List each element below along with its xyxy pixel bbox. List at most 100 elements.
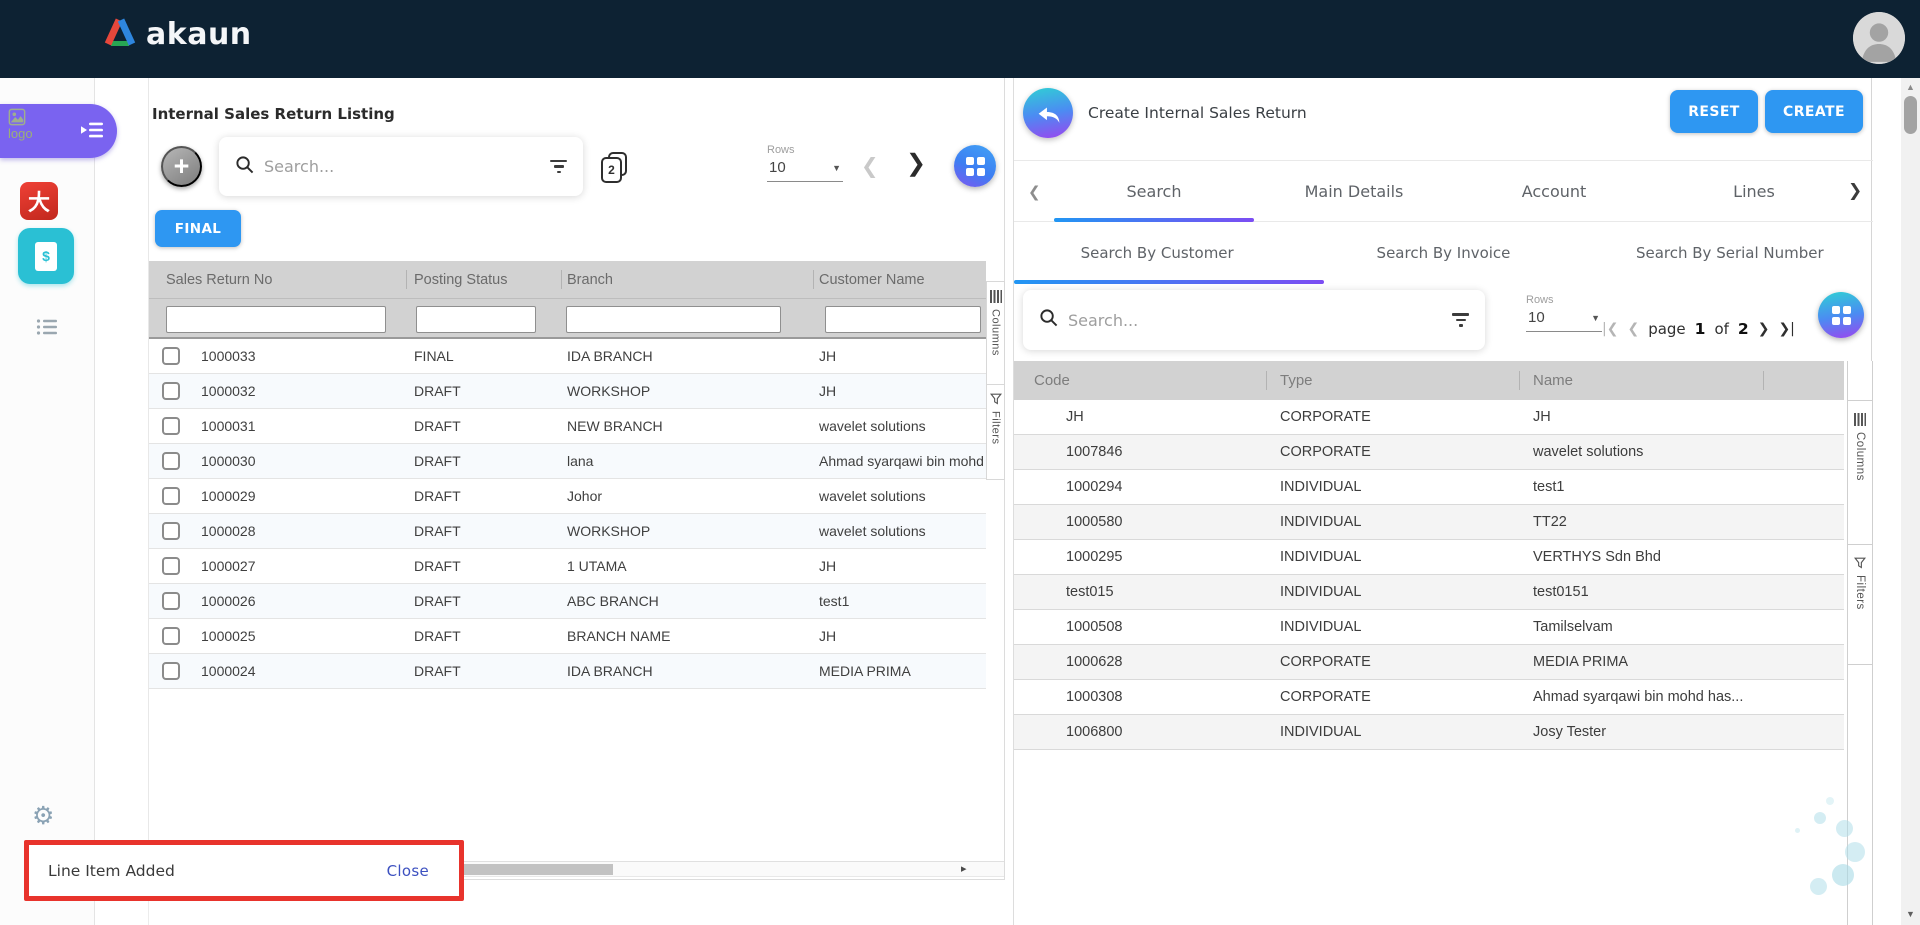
next-page-button[interactable]: ❯ <box>1758 321 1770 337</box>
row-checkbox[interactable] <box>162 347 180 365</box>
back-button[interactable] <box>1023 88 1073 138</box>
table-row[interactable]: 1000024 DRAFT IDA BRANCH MEDIA PRIMA <box>149 654 986 689</box>
table-row[interactable]: JH CORPORATE JH <box>1014 400 1844 435</box>
scroll-up-arrow-icon[interactable]: ▲ <box>1901 82 1920 92</box>
toast-close-button[interactable]: Close <box>387 862 429 880</box>
table-row[interactable]: 1000580 INDIVIDUAL TT22 <box>1014 505 1844 540</box>
column-header-code[interactable]: Code <box>1014 361 1266 400</box>
decorative-bubble <box>1795 828 1800 833</box>
row-checkbox[interactable] <box>162 557 180 575</box>
column-header-sales-return-no[interactable]: Sales Return No <box>149 261 406 298</box>
funnel-icon <box>990 393 1002 405</box>
next-page-button[interactable]: ❯ <box>906 152 926 176</box>
table-row[interactable]: 1000033 FINAL IDA BRANCH JH <box>149 339 986 374</box>
filter-input-customer-name[interactable] <box>825 306 981 333</box>
table-row[interactable]: 1000030 DRAFT lana Ahmad syarqawi bin mo… <box>149 444 986 479</box>
sidebar-logo-pill[interactable]: logo <box>0 104 117 158</box>
vertical-scrollbar[interactable]: ▲ ▼ <box>1901 78 1920 925</box>
left-sidebar: logo 大 $ ⚙ <box>0 78 95 925</box>
grid-icon <box>1832 306 1840 314</box>
tab-account[interactable]: Account <box>1454 161 1654 221</box>
row-checkbox[interactable] <box>162 662 180 680</box>
final-status-filter-chip[interactable]: FINAL <box>155 210 241 247</box>
reset-button[interactable]: RESET <box>1670 90 1758 133</box>
table-row[interactable]: 1000028 DRAFT WORKSHOP wavelet solutions <box>149 514 986 549</box>
column-header-name[interactable]: Name <box>1519 361 1763 400</box>
pagination-control: |❮ ❮ page 1 of 2 ❯ ❯| <box>1602 314 1795 344</box>
filter-input-branch[interactable] <box>566 306 781 333</box>
table-row[interactable]: 1007846 CORPORATE wavelet solutions <box>1014 435 1844 470</box>
rows-per-page-select[interactable]: 10 ▼ <box>767 156 843 182</box>
subtab-search-by-serial-number[interactable]: Search By Serial Number <box>1587 222 1873 284</box>
row-checkbox[interactable] <box>162 417 180 435</box>
table-row[interactable]: 1000029 DRAFT Johor wavelet solutions <box>149 479 986 514</box>
pages-icon[interactable]: 2 <box>601 152 631 184</box>
scroll-right-arrow-icon[interactable]: ▸ <box>961 862 967 875</box>
table-row[interactable]: 1000294 INDIVIDUAL test1 <box>1014 470 1844 505</box>
create-button[interactable]: CREATE <box>1765 90 1863 133</box>
prev-page-button[interactable]: ❮ <box>1627 321 1639 337</box>
row-checkbox[interactable] <box>162 487 180 505</box>
table-row[interactable]: 1000025 DRAFT BRANCH NAME JH <box>149 619 986 654</box>
filters-panel-toggle[interactable]: Filters <box>1848 545 1872 665</box>
listing-search-box <box>219 137 583 196</box>
tabs-scroll-right-icon[interactable]: ❯ <box>1848 181 1862 201</box>
table-row[interactable]: 1006800 INDIVIDUAL Josy Tester <box>1014 715 1844 750</box>
table-row[interactable]: 1000295 INDIVIDUAL VERTHYS Sdn Bhd <box>1014 540 1844 575</box>
rows-per-page-select[interactable]: 10 ▼ <box>1526 306 1602 332</box>
row-checkbox[interactable] <box>162 452 180 470</box>
settings-gear-icon[interactable]: ⚙ <box>32 804 54 829</box>
row-checkbox[interactable] <box>162 592 180 610</box>
table-row[interactable]: 1000026 DRAFT ABC BRANCH test1 <box>149 584 986 619</box>
filter-input-sales-return-no[interactable] <box>166 306 386 333</box>
columns-panel-toggle[interactable]: Columns <box>1848 400 1872 545</box>
user-avatar[interactable] <box>1853 12 1905 64</box>
table-row[interactable]: test015 INDIVIDUAL test0151 <box>1014 575 1844 610</box>
row-checkbox[interactable] <box>162 522 180 540</box>
column-header-branch[interactable]: Branch <box>561 261 813 298</box>
table-row[interactable]: 1000031 DRAFT NEW BRANCH wavelet solutio… <box>149 409 986 444</box>
grid-view-button[interactable] <box>954 145 996 187</box>
filter-list-icon[interactable] <box>1452 313 1469 327</box>
table-row[interactable]: 1000308 CORPORATE Ahmad syarqawi bin moh… <box>1014 680 1844 715</box>
add-record-button[interactable]: + <box>161 146 202 187</box>
prev-page-button[interactable]: ❮ <box>861 156 879 177</box>
row-checkbox[interactable] <box>162 382 180 400</box>
row-checkbox[interactable] <box>162 627 180 645</box>
column-header-type[interactable]: Type <box>1266 361 1519 400</box>
scroll-down-arrow-icon[interactable]: ▼ <box>1901 909 1920 919</box>
listing-search-input[interactable] <box>264 157 540 176</box>
tab-main-details[interactable]: Main Details <box>1254 161 1454 221</box>
table-row[interactable]: 1000032 DRAFT WORKSHOP JH <box>149 374 986 409</box>
sidebar-app-red-icon[interactable]: 大 <box>20 182 58 220</box>
tab-lines[interactable]: Lines <box>1654 161 1854 221</box>
person-icon <box>1853 12 1905 64</box>
scrollbar-thumb[interactable] <box>456 864 613 875</box>
filter-list-icon[interactable] <box>550 160 567 174</box>
sidebar-app-document-icon[interactable]: $ <box>18 228 74 284</box>
subtab-search-by-invoice[interactable]: Search By Invoice <box>1300 222 1586 284</box>
last-page-button[interactable]: ❯| <box>1778 321 1794 337</box>
scrollbar-thumb[interactable] <box>1904 96 1917 134</box>
grid-view-button[interactable] <box>1818 292 1864 338</box>
brand-logo[interactable]: akaun <box>102 16 252 53</box>
column-header-customer-name[interactable]: Customer Name <box>813 261 986 298</box>
first-page-button[interactable]: |❮ <box>1602 321 1618 337</box>
dropdown-caret-icon: ▼ <box>832 163 841 173</box>
tab-search[interactable]: Search <box>1054 161 1254 221</box>
column-header-posting-status[interactable]: Posting Status <box>406 261 561 298</box>
list-menu-icon[interactable] <box>36 318 58 341</box>
table-row[interactable]: 1000508 INDIVIDUAL Tamilselvam <box>1014 610 1844 645</box>
menu-open-icon[interactable] <box>79 120 105 145</box>
columns-panel-toggle[interactable]: Columns <box>987 282 1004 385</box>
customer-search-input[interactable] <box>1068 311 1442 330</box>
filter-input-posting-status[interactable] <box>416 306 536 333</box>
tabs-scroll-left-icon[interactable]: ❮ <box>1028 183 1041 201</box>
filters-panel-toggle[interactable]: Filters <box>987 385 1004 479</box>
table-row[interactable]: 1000628 CORPORATE MEDIA PRIMA <box>1014 645 1844 680</box>
subtab-search-by-customer[interactable]: Search By Customer <box>1014 222 1300 284</box>
table-side-tools: Columns Filters <box>986 281 1005 480</box>
table-side-tools: Columns Filters <box>1847 361 1873 925</box>
table-row[interactable]: 1000027 DRAFT 1 UTAMA JH <box>149 549 986 584</box>
decorative-bubble <box>1832 864 1854 886</box>
